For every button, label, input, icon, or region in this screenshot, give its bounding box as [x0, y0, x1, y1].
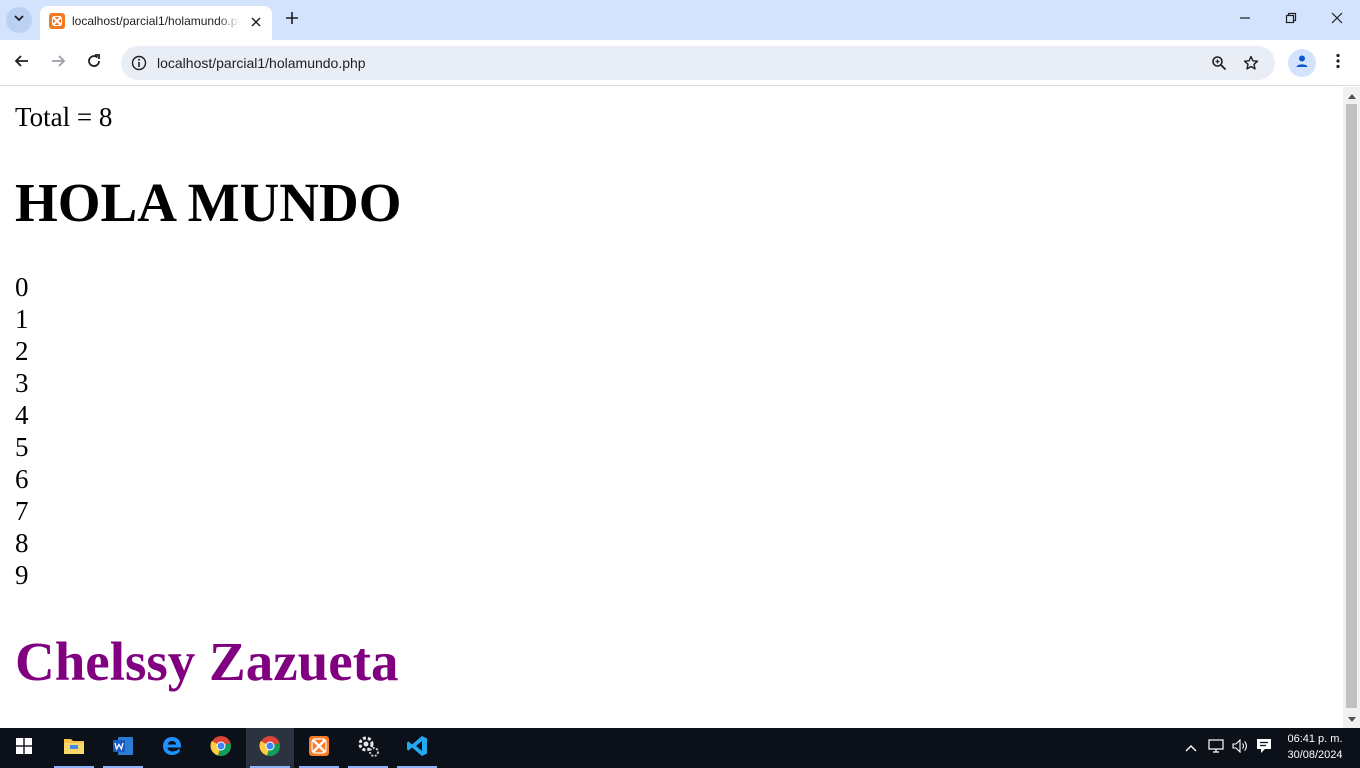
taskbar-chrome[interactable] — [197, 728, 245, 768]
address-bar[interactable]: localhost/parcial1/holamundo.php — [121, 46, 1275, 80]
start-button[interactable] — [0, 728, 48, 768]
taskbar-settings[interactable] — [344, 728, 392, 768]
back-button[interactable] — [6, 47, 38, 79]
tab-close-icon[interactable] — [246, 12, 266, 32]
number-item: 6 — [15, 464, 29, 494]
number-item: 0 — [15, 272, 29, 302]
show-hidden-icons-button[interactable] — [1182, 728, 1200, 768]
new-tab-button[interactable] — [280, 8, 304, 32]
number-item: 9 — [15, 560, 29, 590]
restore-icon — [1285, 11, 1297, 29]
file-explorer-icon — [63, 736, 85, 761]
notification-icon — [1256, 738, 1272, 759]
tab-title: localhost/parcial1/holamundo.php — [72, 14, 240, 28]
number-item: 4 — [15, 400, 29, 430]
plus-icon — [285, 11, 299, 30]
edge-icon — [161, 735, 183, 762]
chrome-icon — [259, 735, 281, 762]
volume-button[interactable] — [1230, 728, 1250, 768]
close-window-button[interactable] — [1314, 0, 1360, 40]
scroll-up-arrow-icon[interactable] — [1343, 87, 1360, 104]
number-item: 2 — [15, 336, 29, 366]
url-text[interactable]: localhost/parcial1/holamundo.php — [157, 55, 366, 71]
number-item: 5 — [15, 432, 29, 462]
avatar-icon — [1294, 53, 1310, 74]
browser-tab[interactable]: localhost/parcial1/holamundo.php — [40, 6, 272, 40]
volume-icon — [1232, 738, 1248, 758]
windows-taskbar: 06:41 p. m. 30/08/2024 — [0, 728, 1360, 768]
chevron-up-icon — [1185, 739, 1197, 757]
scrollbar-thumb[interactable] — [1346, 104, 1357, 708]
more-vertical-icon — [1336, 53, 1340, 74]
number-item: 3 — [15, 368, 29, 398]
number-list: 0 1 2 3 4 5 6 7 8 9 — [15, 271, 29, 591]
page-scrollbar[interactable] — [1343, 87, 1360, 728]
word-icon — [112, 735, 134, 762]
browser-menu-button[interactable] — [1326, 49, 1350, 77]
close-icon — [1331, 11, 1343, 29]
network-icon — [1208, 738, 1224, 758]
number-item: 1 — [15, 304, 29, 334]
taskbar-vscode[interactable] — [393, 728, 441, 768]
forward-button[interactable] — [42, 47, 74, 79]
reload-icon — [86, 53, 102, 74]
page-viewport: Total = 8 HOLA MUNDO 0 1 2 3 4 5 6 7 8 9… — [0, 87, 1343, 728]
reload-button[interactable] — [78, 47, 110, 79]
vscode-icon — [406, 735, 428, 762]
browser-toolbar: localhost/parcial1/holamundo.php — [0, 40, 1360, 86]
zoom-icon[interactable] — [1207, 51, 1231, 75]
clock-time: 06:41 p. m. — [1287, 733, 1343, 745]
chevron-down-icon — [13, 11, 25, 29]
taskbar-xampp[interactable] — [295, 728, 343, 768]
clock-date: 30/08/2024 — [1287, 749, 1343, 761]
taskbar-file-explorer[interactable] — [50, 728, 98, 768]
number-item: 7 — [15, 496, 29, 526]
bookmark-star-icon[interactable] — [1239, 51, 1263, 75]
arrow-left-icon — [14, 53, 30, 74]
site-info-icon[interactable] — [127, 51, 151, 75]
taskbar-edge[interactable] — [148, 728, 196, 768]
notifications-button[interactable] — [1254, 728, 1274, 768]
taskbar-word[interactable] — [99, 728, 147, 768]
author-heading: Chelssy Zazueta — [15, 631, 399, 692]
number-item: 8 — [15, 528, 29, 558]
xampp-icon — [308, 735, 330, 762]
tab-search-button[interactable] — [6, 7, 32, 33]
xampp-favicon-icon — [49, 13, 65, 29]
settings-gear-icon — [356, 734, 380, 763]
minimize-icon — [1239, 11, 1251, 29]
scroll-down-arrow-icon[interactable] — [1343, 711, 1360, 728]
network-button[interactable] — [1206, 728, 1226, 768]
start-icon — [16, 737, 32, 759]
taskbar-chrome-active[interactable] — [246, 728, 294, 768]
minimize-button[interactable] — [1222, 0, 1268, 40]
chrome-icon — [210, 735, 232, 762]
restore-button[interactable] — [1268, 0, 1314, 40]
arrow-right-icon — [50, 53, 66, 74]
total-text: Total = 8 — [15, 102, 113, 132]
profile-button[interactable] — [1288, 49, 1316, 77]
tab-strip: localhost/parcial1/holamundo.php — [0, 0, 1360, 40]
taskbar-clock[interactable]: 06:41 p. m. 30/08/2024 — [1280, 731, 1350, 763]
page-heading: HOLA MUNDO — [15, 172, 402, 233]
